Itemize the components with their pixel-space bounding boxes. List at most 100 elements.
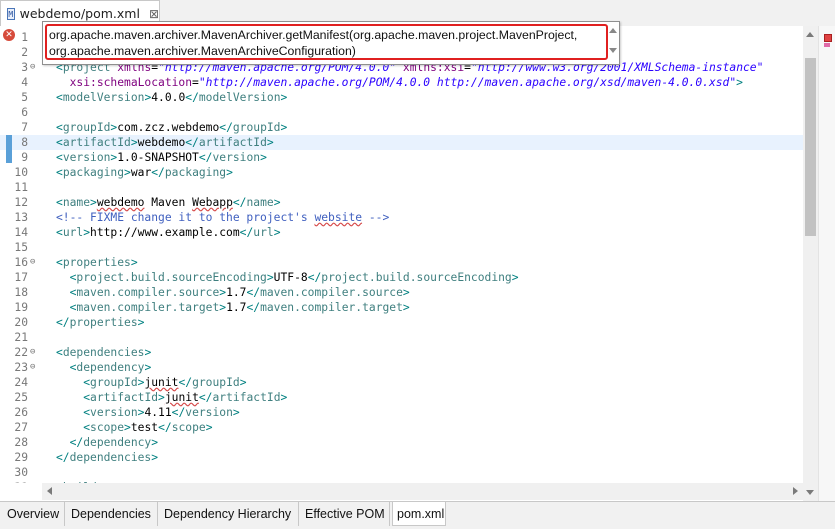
line-text[interactable]: </dependency>: [56, 435, 158, 450]
code-line[interactable]: 17 <project.build.sourceEncoding>UTF-8</…: [0, 270, 803, 285]
line-number: 28: [14, 436, 28, 449]
code-line[interactable]: 12 <name>webdemo Maven Webapp</name>: [0, 195, 803, 210]
fold-toggle-icon[interactable]: ⊖: [30, 345, 35, 360]
line-number: 13: [14, 211, 28, 224]
tooltip-scrollbar[interactable]: [609, 24, 617, 60]
line-text[interactable]: <scope>test</scope>: [56, 420, 212, 435]
fold-toggle-icon[interactable]: ⊖: [30, 255, 35, 270]
code-line[interactable]: 6: [0, 105, 803, 120]
code-line[interactable]: 11: [0, 180, 803, 195]
line-text[interactable]: <modelVersion>4.0.0</modelVersion>: [56, 90, 287, 105]
scrollbar-thumb[interactable]: [805, 58, 816, 236]
line-number: 18: [14, 286, 28, 299]
line-text[interactable]: <properties>: [56, 255, 138, 270]
code-line[interactable]: 4 xsi:schemaLocation="http://maven.apach…: [0, 75, 803, 90]
line-number: 21: [14, 331, 28, 344]
fold-toggle-icon[interactable]: ⊖: [30, 60, 35, 75]
code-line[interactable]: 21: [0, 330, 803, 345]
tab-overview[interactable]: Overview: [3, 502, 65, 526]
code-line[interactable]: 5 <modelVersion>4.0.0</modelVersion>: [0, 90, 803, 105]
line-number: 5: [21, 91, 28, 104]
code-line[interactable]: 20 </properties>: [0, 315, 803, 330]
code-line[interactable]: 22 ⊖ <dependencies>: [0, 345, 803, 360]
xml-editor[interactable]: 1<?xml version="1.0" encoding="UTF-8"?>2…: [0, 26, 835, 501]
code-line[interactable]: 28 </dependency>: [0, 435, 803, 450]
chevron-down-icon[interactable]: [609, 48, 617, 53]
line-text[interactable]: <artifactId>webdemo</artifactId>: [56, 135, 274, 150]
line-number: 6: [21, 106, 28, 119]
line-number: 10: [14, 166, 28, 179]
line-text[interactable]: <project.build.sourceEncoding>UTF-8</pro…: [56, 270, 519, 285]
scroll-down-icon[interactable]: [806, 490, 814, 495]
line-number: 4: [21, 76, 28, 89]
line-text[interactable]: <dependency>: [56, 360, 152, 375]
code-line[interactable]: 14 <url>http://www.example.com</url>: [0, 225, 803, 240]
fold-toggle-icon[interactable]: ⊖: [30, 360, 35, 375]
vertical-scrollbar[interactable]: [803, 26, 818, 501]
line-text[interactable]: <!-- FIXME change it to the project's we…: [56, 210, 389, 225]
line-number: 9: [21, 151, 28, 164]
line-number: 11: [14, 181, 28, 194]
error-icon[interactable]: ✕: [3, 29, 15, 41]
code-area[interactable]: 1<?xml version="1.0" encoding="UTF-8"?>2…: [0, 26, 803, 483]
editor-page-tabs: Overview Dependencies Dependency Hierarchy…: [0, 501, 835, 529]
code-line[interactable]: 26 <version>4.11</version>: [0, 405, 803, 420]
horizontal-scrollbar[interactable]: [42, 483, 803, 500]
line-text[interactable]: </properties>: [56, 315, 144, 330]
line-text[interactable]: <version>1.0-SNAPSHOT</version>: [56, 150, 267, 165]
tooltip-highlight-box: org.apache.maven.archiver.MavenArchiver.…: [45, 24, 608, 60]
line-text[interactable]: <packaging>war</packaging>: [56, 165, 233, 180]
scroll-up-icon[interactable]: [806, 32, 814, 37]
line-number: 25: [14, 391, 28, 404]
code-line[interactable]: 19 <maven.compiler.target>1.7</maven.com…: [0, 300, 803, 315]
line-number: 15: [14, 241, 28, 254]
tab-dependency-hierarchy[interactable]: Dependency Hierarchy: [160, 502, 299, 526]
error-tooltip: org.apache.maven.archiver.MavenArchiver.…: [42, 21, 620, 65]
code-line[interactable]: 7 <groupId>com.zcz.webdemo</groupId>: [0, 120, 803, 135]
line-number: 31: [0, 480, 28, 483]
code-line[interactable]: 27 <scope>test</scope>: [0, 420, 803, 435]
close-icon[interactable]: ⊠: [149, 7, 159, 21]
code-line[interactable]: 8 <artifactId>webdemo</artifactId>: [0, 135, 803, 150]
code-line[interactable]: 9 <version>1.0-SNAPSHOT</version>: [0, 150, 803, 165]
code-line[interactable]: 15: [0, 240, 803, 255]
code-line[interactable]: 16 ⊖ <properties>: [0, 255, 803, 270]
line-number: 26: [14, 406, 28, 419]
chevron-up-icon[interactable]: [609, 28, 617, 33]
scroll-right-icon[interactable]: [793, 487, 798, 495]
line-text[interactable]: <maven.compiler.target>1.7</maven.compil…: [56, 300, 410, 315]
line-text[interactable]: <groupId>junit</groupId>: [56, 375, 246, 390]
line-text[interactable]: <artifactId>junit</artifactId>: [56, 390, 287, 405]
code-line[interactable]: 13 <!-- FIXME change it to the project's …: [0, 210, 803, 225]
code-line[interactable]: 30: [0, 465, 803, 480]
line-text[interactable]: <dependencies>: [56, 345, 151, 360]
code-line[interactable]: 25 <artifactId>junit</artifactId>: [0, 390, 803, 405]
code-line[interactable]: 29 </dependencies>: [0, 450, 803, 465]
fold-toggle-icon[interactable]: ⊖: [30, 480, 35, 483]
tooltip-line-2: org.apache.maven.archiver.MavenArchiveCo…: [49, 44, 356, 58]
line-text[interactable]: <maven.compiler.source>1.7</maven.compil…: [56, 285, 410, 300]
line-number: 19: [14, 301, 28, 314]
line-number: 16: [14, 256, 28, 269]
code-line[interactable]: 24 <groupId>junit</groupId>: [0, 375, 803, 390]
line-text[interactable]: <groupId>com.zcz.webdemo</groupId>: [56, 120, 287, 135]
warning-overview-marker[interactable]: [824, 43, 830, 47]
tab-title: webdemo/pom.xml: [19, 6, 140, 21]
tab-effective-pom[interactable]: Effective POM: [301, 502, 390, 526]
scroll-left-icon[interactable]: [47, 487, 52, 495]
tab-dependencies[interactable]: Dependencies: [67, 502, 158, 526]
code-line[interactable]: 23 ⊖ <dependency>: [0, 360, 803, 375]
maven-file-icon: M: [7, 7, 15, 20]
line-number: 14: [14, 226, 28, 239]
line-text[interactable]: </dependencies>: [56, 450, 158, 465]
line-number: 30: [14, 466, 28, 479]
line-text[interactable]: <name>webdemo Maven Webapp</name>: [56, 195, 281, 210]
line-text[interactable]: xsi:schemaLocation="http://maven.apache.…: [56, 75, 743, 90]
tab-pom-xml[interactable]: pom.xml: [392, 502, 446, 526]
code-line[interactable]: 18 <maven.compiler.source>1.7</maven.com…: [0, 285, 803, 300]
line-text[interactable]: <url>http://www.example.com</url>: [56, 225, 281, 240]
error-overview-marker[interactable]: [824, 34, 832, 42]
overview-ruler[interactable]: [818, 26, 835, 501]
code-line[interactable]: 10 <packaging>war</packaging>: [0, 165, 803, 180]
line-text[interactable]: <version>4.11</version>: [56, 405, 239, 420]
